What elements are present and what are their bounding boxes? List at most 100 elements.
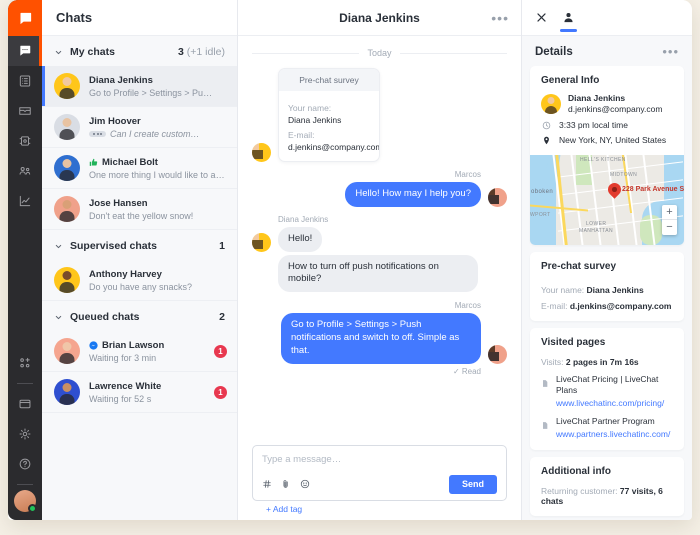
chat-item-name: Diana Jenkins: [89, 74, 153, 86]
survey-card-body: Your name: Diana Jenkins E-mail: d.jenki…: [279, 91, 379, 161]
card-title: Additional info: [541, 466, 611, 478]
chat-item-meta: Diana Jenkins Go to Profile > Settings > …: [89, 75, 227, 98]
chat-list-item[interactable]: Diana Jenkins Go to Profile > Settings > …: [42, 66, 237, 107]
composer-wrapper: Type a message… Send + Add tag: [238, 439, 521, 520]
ellipsis-icon[interactable]: •••: [491, 11, 509, 25]
message-bubble: Hello!: [278, 226, 323, 252]
avatar: [54, 114, 80, 140]
message-list: Today Pre-chat survey Your name: Diana J…: [238, 36, 521, 439]
survey-card-title: Pre-chat survey: [279, 69, 379, 91]
map-pin-icon: [605, 180, 624, 201]
read-receipt: ✓ Read: [452, 366, 481, 376]
map-zoom-in-button[interactable]: +: [662, 205, 677, 220]
map-zoom-out-button[interactable]: −: [662, 220, 677, 235]
visited-page-item[interactable]: LiveChat Pricing | LiveChat Plans www.li…: [541, 374, 673, 409]
card-title: Visited pages: [541, 337, 606, 348]
map-label: MANHATTAN: [579, 228, 613, 234]
divider-line-right: [399, 52, 507, 54]
returning-customer-row: Returning customer: 77 visits, 6 chats: [541, 486, 673, 506]
chat-list-item[interactable]: Jose Hansen Don't eat the yellow snow!: [42, 189, 237, 230]
chat-list-item[interactable]: Michael Bolt One more thing I would like …: [42, 148, 237, 189]
chat-item-name: Anthony Harvey: [89, 268, 162, 280]
details-scroll-area[interactable]: General Info Diana Jenkins d.jenkins@com…: [522, 66, 692, 520]
survey-row-label: E-mail:: [541, 301, 570, 311]
composer-tools: Send: [262, 475, 497, 494]
avatar: [54, 267, 80, 293]
chat-group-count: 2: [219, 311, 225, 323]
ellipsis-icon[interactable]: •••: [662, 45, 679, 58]
page-title: Chats: [56, 10, 93, 25]
map-zoom-controls[interactable]: + −: [662, 205, 677, 235]
conversation-header: Diana Jenkins •••: [238, 0, 521, 36]
message-sender: Marcos: [454, 170, 481, 179]
day-divider-label: Today: [367, 48, 392, 58]
add-tag-button[interactable]: + Add tag: [252, 501, 507, 514]
chats-list-panel: Chats My chats 3 (+1 idle) Diana Jenkins Go…: [42, 0, 238, 520]
message-input[interactable]: Type a message…: [262, 454, 497, 475]
map-label: WPORT: [530, 212, 551, 218]
sidebar-item-archives[interactable]: [8, 66, 42, 96]
visits-value: 2 pages in 7m 16s: [565, 357, 639, 367]
customer-email: d.jenkins@company.com: [568, 104, 663, 114]
avatar: [252, 232, 271, 252]
message-bubble: How to turn off push notifications on mo…: [278, 254, 478, 293]
customer-identity: Diana Jenkins d.jenkins@company.com: [541, 93, 673, 114]
pre-chat-survey-details-card: Pre-chat survey Your name: Diana Jenkins…: [530, 252, 684, 321]
chats-scroll-area[interactable]: My chats 3 (+1 idle) Diana Jenkins Go to Pr…: [42, 36, 237, 520]
canned-response-icon[interactable]: [262, 476, 272, 494]
avatar: [541, 93, 561, 114]
sidebar-item-traffic[interactable]: [8, 126, 42, 156]
attachment-icon[interactable]: [281, 476, 291, 494]
send-button[interactable]: Send: [448, 475, 497, 494]
sidebar-item-settings[interactable]: [8, 419, 42, 449]
sidebar-item-tickets[interactable]: [8, 96, 42, 126]
chat-group-header[interactable]: Supervised chats 1: [42, 230, 237, 260]
message-column: Marcos Go to Profile > Settings > Push n…: [281, 301, 481, 364]
divider-line-left: [252, 52, 360, 54]
additional-info-card: Additional info Returning customer: 77 v…: [530, 457, 684, 517]
chevron-down-icon[interactable]: [54, 313, 63, 322]
close-icon[interactable]: [535, 0, 548, 36]
details-title: Details: [535, 45, 573, 58]
chat-list-item[interactable]: Jim Hoover Can I create custom…: [42, 107, 237, 148]
chat-group-header[interactable]: My chats 3 (+1 idle): [42, 36, 237, 66]
chat-item-name: Jim Hoover: [89, 115, 141, 127]
chat-item-meta: Jim Hoover Can I create custom…: [89, 116, 227, 139]
sidebar-item-apps[interactable]: [8, 389, 42, 419]
visited-page-url[interactable]: www.livechatinc.com/pricing/: [556, 398, 673, 409]
survey-field-value: Diana Jenkins: [288, 115, 342, 125]
chat-list-item[interactable]: Lawrence White Waiting for 52 s 1: [42, 372, 237, 413]
chat-group-label: Queued chats: [70, 311, 140, 323]
conversation-panel: Diana Jenkins ••• Today Pre-chat survey …: [238, 0, 522, 520]
message-composer[interactable]: Type a message… Send: [252, 445, 507, 501]
chat-list-item[interactable]: Anthony Harvey Do you have any snacks?: [42, 260, 237, 301]
sidebar-item-team[interactable]: [8, 156, 42, 186]
sidebar-item-reports[interactable]: [8, 186, 42, 216]
livechat-logo-icon[interactable]: [8, 0, 42, 36]
chat-group-header[interactable]: Queued chats 2: [42, 301, 237, 331]
visited-page-url[interactable]: www.partners.livechatinc.com/: [556, 429, 670, 440]
chat-item-preview: Go to Profile > Settings > Pu…: [89, 87, 213, 98]
page-icon: [541, 416, 550, 440]
customer-location-map[interactable]: HELL'S KITCHEN MIDTOWN oboken LOWER MANH…: [530, 155, 684, 245]
emoji-icon[interactable]: [300, 476, 310, 494]
survey-field-value: d.jenkins@company.com: [288, 142, 380, 152]
chat-item-meta: Lawrence White Waiting for 52 s: [89, 381, 208, 404]
survey-row-value: d.jenkins@company.com: [569, 301, 672, 311]
tab-customer-details[interactable]: [560, 0, 577, 36]
visited-page-item[interactable]: LiveChat Partner Program www.partners.li…: [541, 416, 673, 440]
avatar[interactable]: [14, 490, 37, 513]
sidebar-item-help[interactable]: [8, 449, 42, 479]
survey-row-value: Diana Jenkins: [586, 285, 644, 295]
chat-group-count: 3 (+1 idle): [178, 46, 225, 58]
chat-item-preview: Waiting for 3 min: [89, 352, 157, 363]
sidebar-item-chats[interactable]: [8, 36, 42, 66]
chat-item-meta: Anthony Harvey Do you have any snacks?: [89, 269, 227, 292]
chevron-down-icon[interactable]: [54, 242, 63, 251]
sidebar-item-invite-agents[interactable]: [8, 348, 42, 378]
map-label: oboken: [531, 189, 554, 195]
chat-list-item[interactable]: Brian Lawson Waiting for 3 min 1: [42, 331, 237, 372]
pre-chat-survey-body: Your name: Diana Jenkins E-mail: d.jenki…: [530, 285, 684, 321]
survey-field-label: E-mail:: [288, 130, 315, 140]
chevron-down-icon[interactable]: [54, 48, 63, 57]
